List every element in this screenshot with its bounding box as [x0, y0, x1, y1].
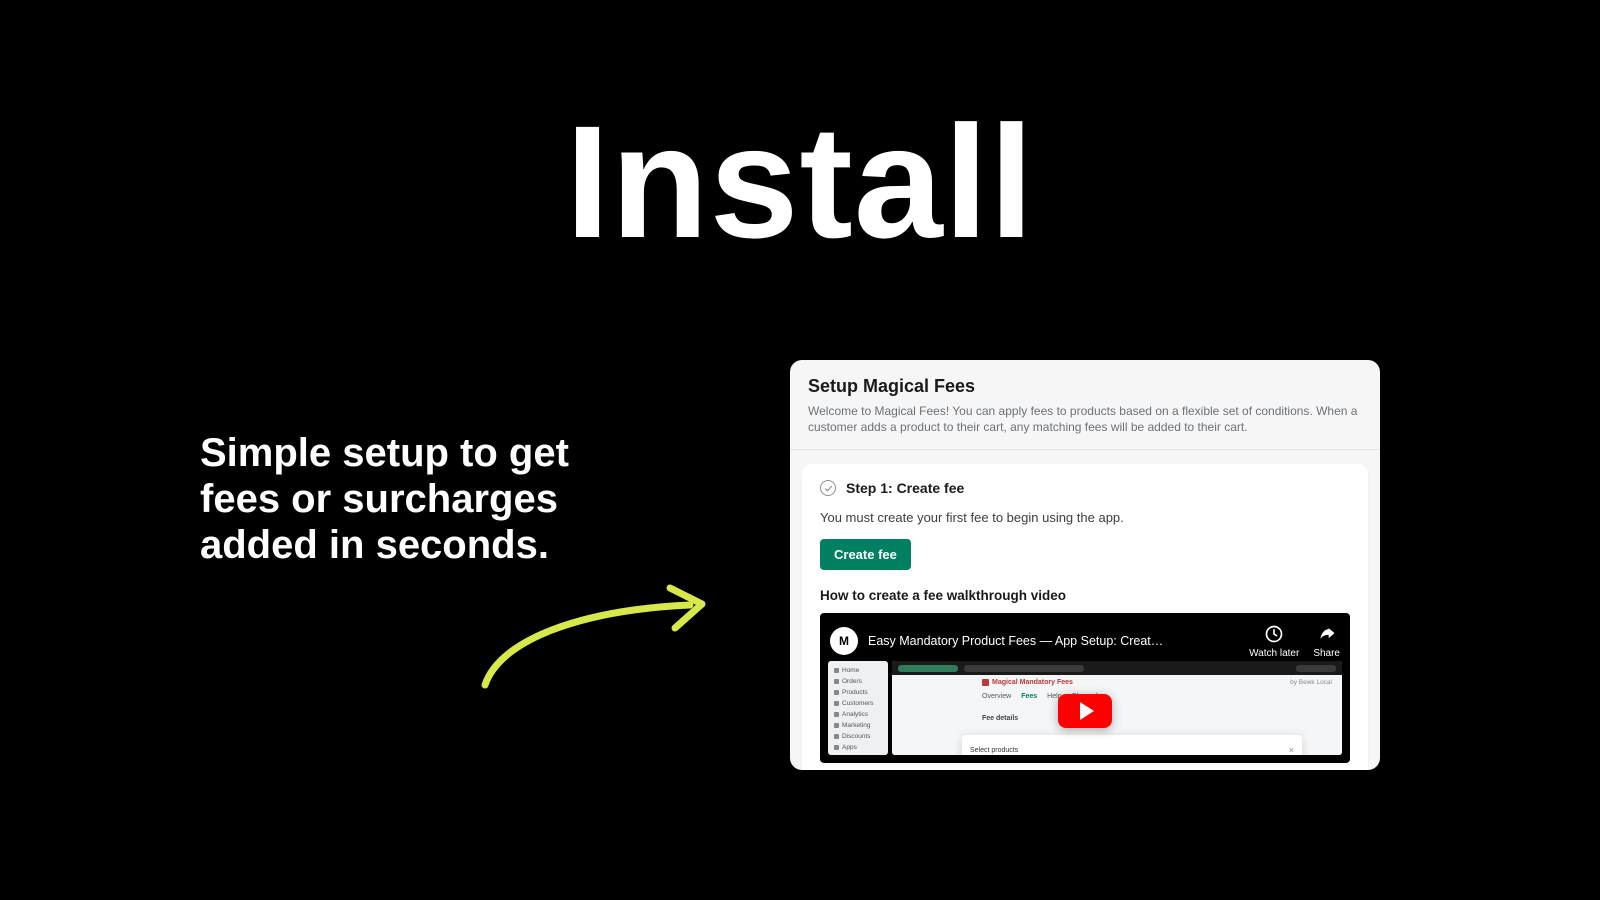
mini-app-title: Magical Mandatory Fees — [992, 679, 1073, 686]
mini-modal: Select products × — [962, 735, 1302, 755]
hero-headline: Install — [0, 90, 1600, 274]
create-fee-button[interactable]: Create fee — [820, 539, 911, 570]
check-circle-icon — [820, 480, 836, 496]
mini-sidebar: Home Orders Products Customers Analytics… — [828, 661, 888, 755]
mini-app-preview: Magical Mandatory Fees by Bewk Local Ove… — [892, 661, 1342, 755]
share-label: Share — [1313, 648, 1340, 659]
clock-icon — [1263, 623, 1285, 645]
divider — [790, 449, 1380, 450]
setup-panel: Setup Magical Fees Welcome to Magical Fe… — [790, 360, 1380, 770]
arrow-icon — [470, 580, 720, 700]
close-icon: × — [1289, 745, 1294, 755]
step-title: Step 1: Create fee — [846, 480, 964, 496]
play-icon — [1080, 702, 1094, 720]
video-title: Easy Mandatory Product Fees — App Setup:… — [868, 634, 1239, 648]
walkthrough-video[interactable]: M Easy Mandatory Product Fees — App Setu… — [820, 613, 1350, 763]
mini-section-label: Fee details — [982, 715, 1018, 722]
mini-by-line: by Bewk Local — [1290, 679, 1332, 686]
video-label: How to create a fee walkthrough video — [820, 588, 1350, 603]
share-button[interactable]: Share — [1313, 623, 1340, 659]
watch-later-button[interactable]: Watch later — [1249, 623, 1299, 659]
hero-tagline: Simple setup to get fees or surcharges a… — [200, 430, 600, 568]
channel-avatar-icon: M — [830, 627, 858, 655]
panel-title: Setup Magical Fees — [808, 376, 1362, 397]
watch-later-label: Watch later — [1249, 648, 1299, 659]
step-description: You must create your first fee to begin … — [820, 510, 1350, 525]
share-icon — [1316, 623, 1338, 645]
panel-description: Welcome to Magical Fees! You can apply f… — [808, 403, 1362, 435]
play-button[interactable] — [1058, 694, 1112, 728]
step-card: Step 1: Create fee You must create your … — [802, 464, 1368, 770]
